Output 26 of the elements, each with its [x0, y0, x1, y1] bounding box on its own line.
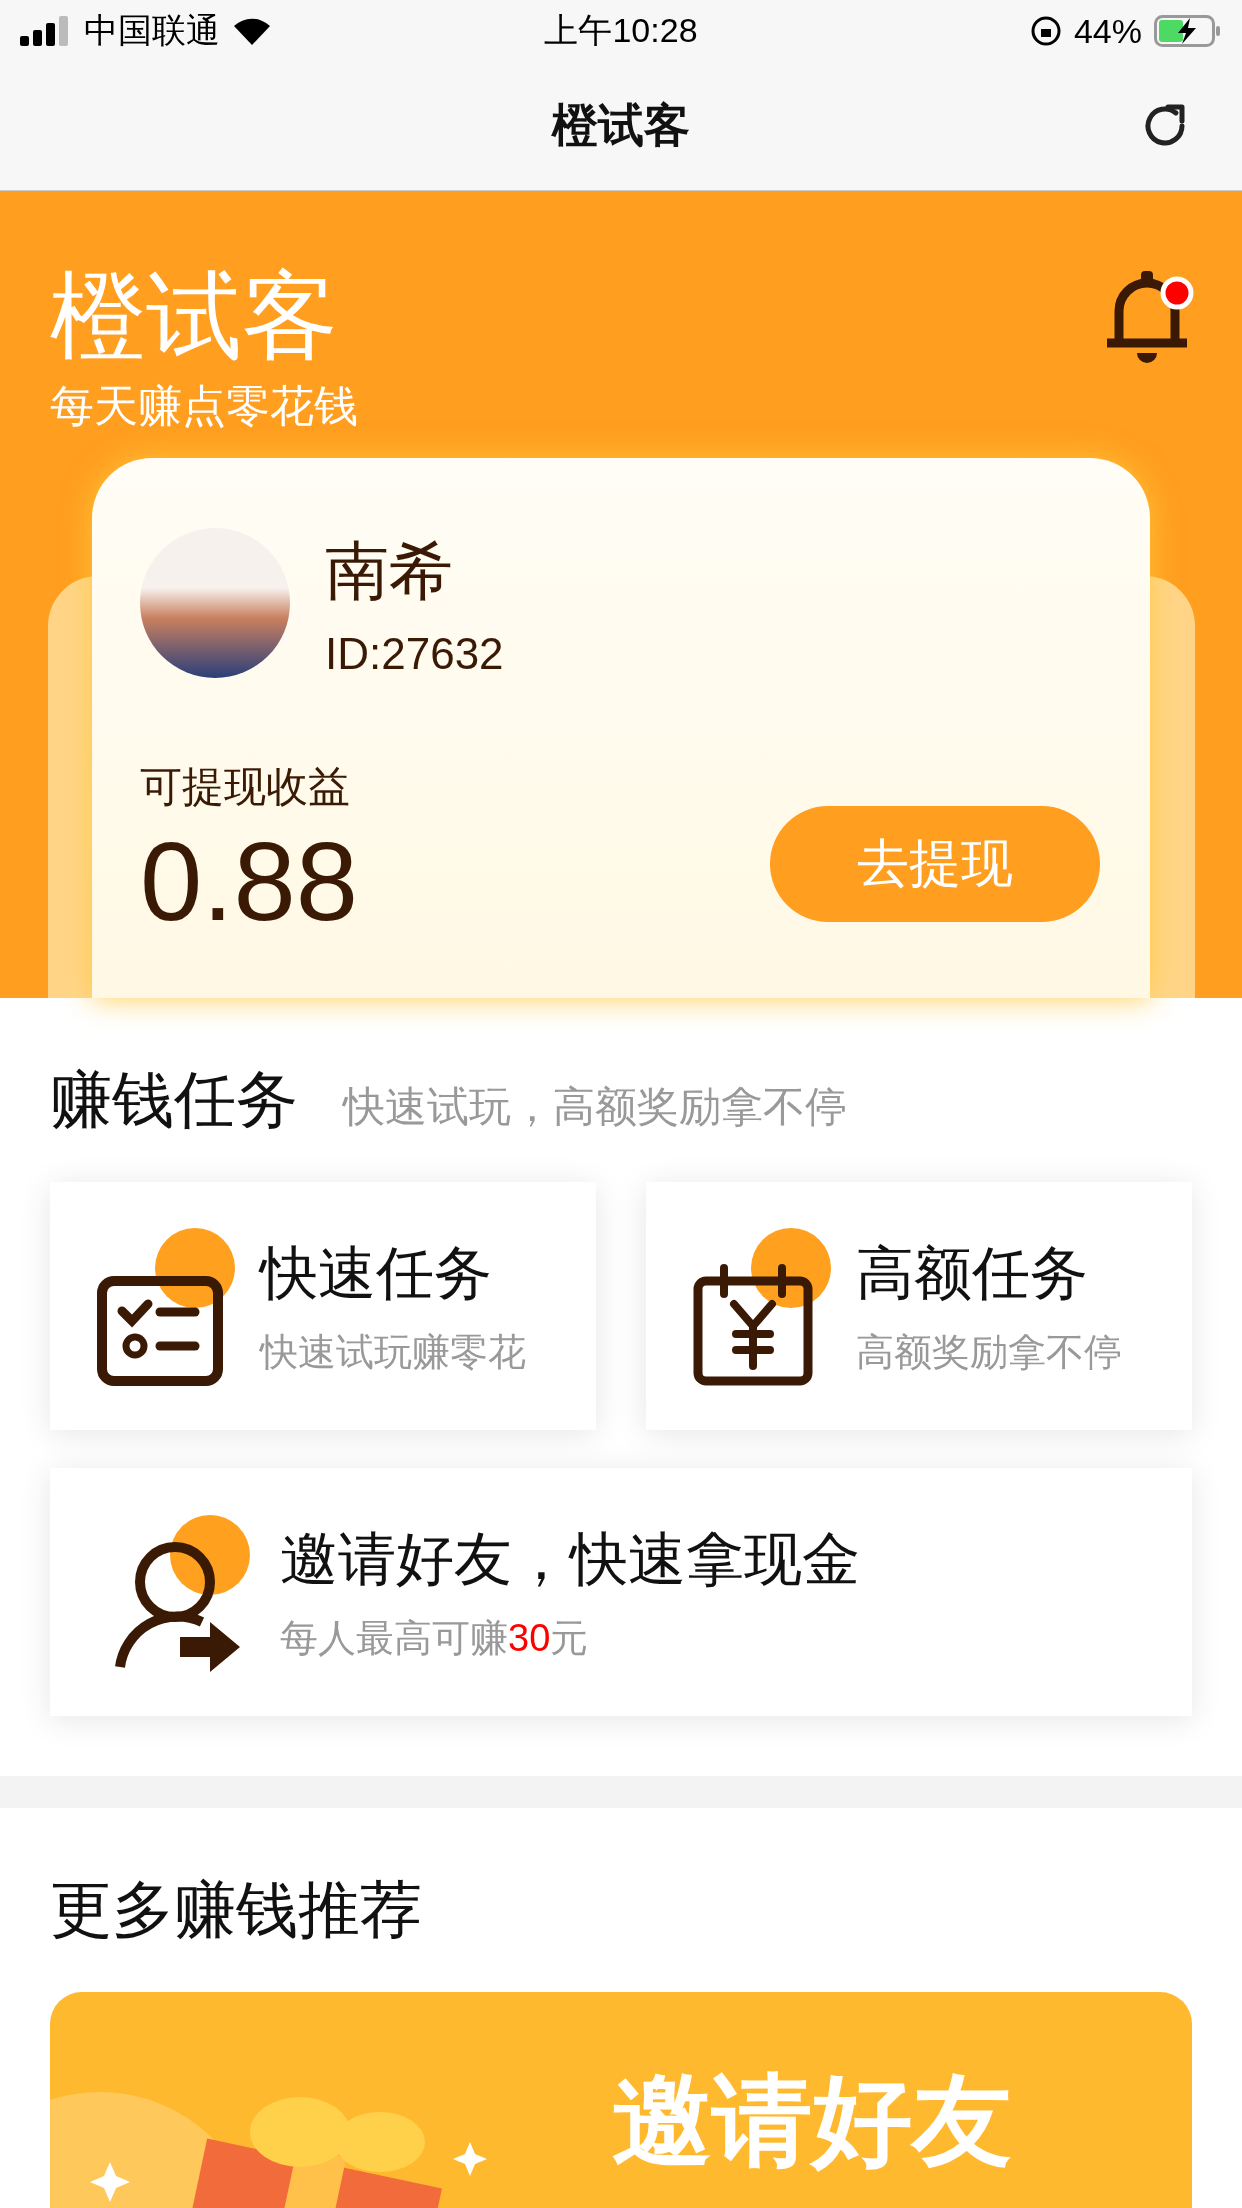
carrier-name: 中国联通: [84, 10, 220, 51]
section-subtitle: 快速试玩，高额奖励拿不停: [343, 1082, 847, 1132]
invite-description: 每人最高可赚30元: [280, 1615, 590, 1661]
status-time: 上午10:28: [544, 10, 698, 51]
invite-card[interactable]: 邀请好友，快速拿现金 每人最高可赚30元: [50, 1468, 1192, 1716]
wifi-icon: [232, 16, 272, 46]
task-description: 高额奖励拿不停: [856, 1329, 1122, 1375]
task-description: 快速试玩赚零花: [260, 1329, 526, 1375]
nav-title: 橙试客: [552, 98, 690, 153]
app-slogan: 每天赚点零花钱: [50, 379, 358, 432]
banner-title: 邀请好友: [612, 2062, 1012, 2178]
rotation-lock-icon: [1029, 15, 1062, 47]
app-title: 橙试客: [50, 263, 339, 369]
section-title: 赚钱任务: [50, 1064, 298, 1136]
invite-title: 邀请好友，快速拿现金: [280, 1524, 860, 1593]
task-card[interactable]: 高额任务 高额奖励拿不停: [646, 1182, 1192, 1430]
task-title: 快速任务: [260, 1238, 493, 1307]
task-card[interactable]: 快速任务 快速试玩赚零花: [50, 1182, 596, 1430]
user-id: ID:27632: [325, 628, 504, 679]
battery-charging-icon: [1154, 15, 1222, 47]
battery-percentage: 44%: [1073, 11, 1142, 51]
task-title: 高额任务: [856, 1238, 1089, 1307]
balance-amount: 0.88: [140, 817, 358, 946]
balance-label: 可提现收益: [140, 761, 351, 812]
user-name: 南希: [325, 533, 454, 609]
section-title: 更多赚钱推荐: [50, 1874, 423, 1946]
